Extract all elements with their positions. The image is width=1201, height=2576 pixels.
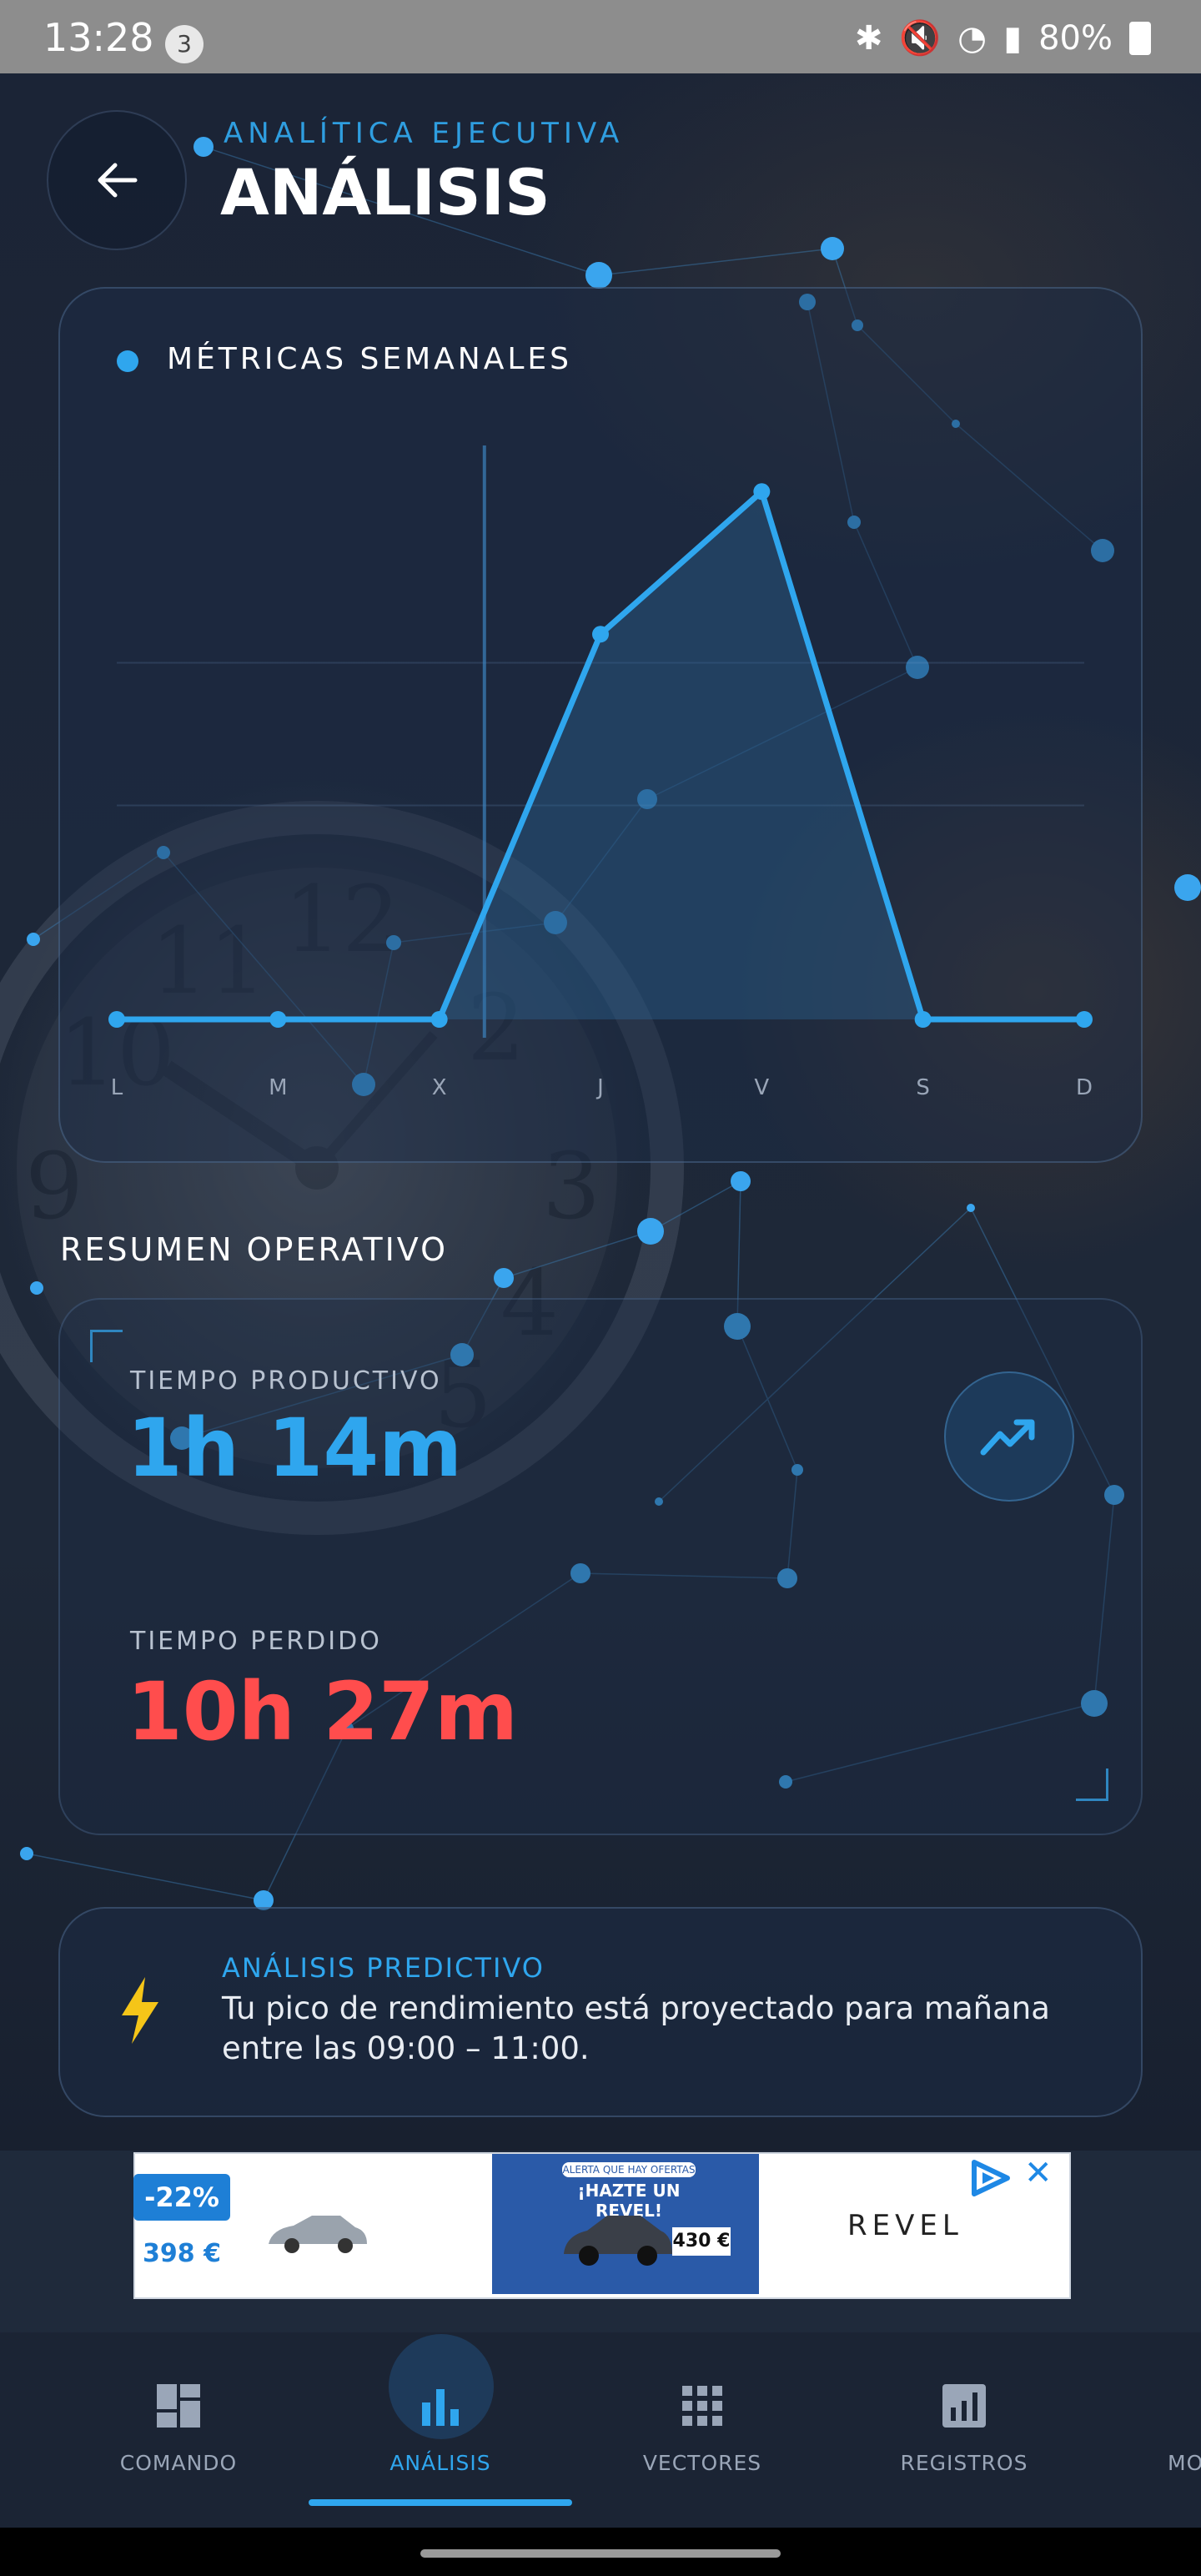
weekly-metrics-chart[interactable]: LMXJVSD — [58, 287, 1139, 1160]
ad-price-mid: 430 € — [672, 2227, 731, 2256]
dashboard-icon — [157, 2384, 200, 2428]
chart-point-M — [269, 1011, 287, 1028]
ad-discount: -22% — [133, 2174, 230, 2221]
summary-title: RESUMEN OPERATIVO — [60, 1231, 449, 1268]
chart-x-tick-label: S — [916, 1075, 930, 1100]
grid-icon — [682, 2386, 722, 2426]
car-image — [564, 2216, 672, 2266]
page-subtitle: ANALÍTICA EJECUTIVA — [224, 117, 625, 150]
trending-up-icon — [980, 1419, 1035, 1456]
back-button[interactable] — [47, 110, 187, 250]
lightning-icon — [122, 1977, 158, 2044]
lost-time-label: TIEMPO PERDIDO — [130, 1627, 382, 1656]
nav-label-more[interactable]: MO — [1168, 2451, 1201, 2475]
chart-point-X — [430, 1011, 448, 1028]
productive-time-value: 1h 14m — [127, 1401, 463, 1495]
nav-item-analisis[interactable] — [332, 2352, 549, 2433]
chart-point-V — [753, 483, 771, 501]
nav-item-registros[interactable] — [856, 2352, 1073, 2433]
chart-x-tick-label: J — [595, 1075, 604, 1100]
notification-count-badge: 3 — [165, 25, 204, 63]
corner-bracket-bottom-right — [1076, 1768, 1108, 1801]
chart-x-tick-label: V — [754, 1075, 769, 1100]
arrow-left-icon — [98, 163, 138, 198]
chart-x-tick-label: L — [111, 1075, 123, 1100]
chart-x-tick-label: D — [1076, 1075, 1093, 1100]
ad-price-left: 398 € — [143, 2239, 221, 2268]
lost-time-value: 10h 27m — [127, 1665, 518, 1758]
bar-chart-icon — [422, 2389, 459, 2426]
corner-bracket-top-left — [90, 1330, 123, 1362]
status-bar: 13:28 3 ✱ 🔇 ◔ ▮ 80% — [0, 0, 1201, 73]
chart-point-L — [108, 1011, 125, 1028]
nav-item-comando[interactable] — [70, 2352, 287, 2433]
ad-alert: ALERTA QUE HAY OFERTAS — [562, 2162, 696, 2177]
ad-close-icon[interactable]: ✕ — [1024, 2154, 1053, 2192]
nav-label-comando: COMANDO — [119, 2451, 238, 2475]
report-icon — [942, 2384, 986, 2428]
home-indicator[interactable] — [420, 2549, 781, 2558]
chart-x-tick-label: X — [432, 1075, 447, 1100]
page-title: ANÁLISIS — [220, 155, 550, 229]
trend-button[interactable] — [944, 1371, 1074, 1502]
predictive-title: ANÁLISIS PREDICTIVO — [222, 1952, 545, 1984]
bluetooth-icon: ✱ — [854, 18, 883, 58]
mute-icon: 🔇 — [899, 19, 942, 58]
chart-point-D — [1076, 1011, 1093, 1028]
nav-item-vectores[interactable] — [594, 2352, 811, 2433]
battery-icon — [1129, 21, 1151, 55]
nav-active-underline — [309, 2499, 572, 2506]
ad-choices-icon[interactable] — [969, 2159, 1013, 2197]
wifi-icon: ◔ — [957, 18, 987, 58]
predictive-text: Tu pico de rendimiento está proyectado p… — [222, 1990, 1050, 2066]
status-time: 13:28 — [43, 15, 154, 60]
signal-icon: ▮ — [1003, 18, 1023, 58]
chart-area — [117, 491, 1084, 1019]
productive-time-label: TIEMPO PRODUCTIVO — [130, 1366, 442, 1396]
car-image-small — [269, 2216, 367, 2253]
chart-point-J — [592, 626, 609, 643]
nav-label-registros: REGISTROS — [900, 2451, 1028, 2475]
chart-point-S — [914, 1011, 932, 1028]
ad-brand: REVEL — [847, 2209, 963, 2242]
status-icons: ✱ 🔇 ◔ ▮ 80% — [855, 18, 1151, 58]
chart-x-tick-label: M — [269, 1075, 287, 1100]
nav-label-vectores: VECTORES — [642, 2451, 762, 2475]
nav-label-analisis: ANÁLISIS — [389, 2451, 491, 2475]
battery-percent: 80% — [1038, 18, 1113, 58]
